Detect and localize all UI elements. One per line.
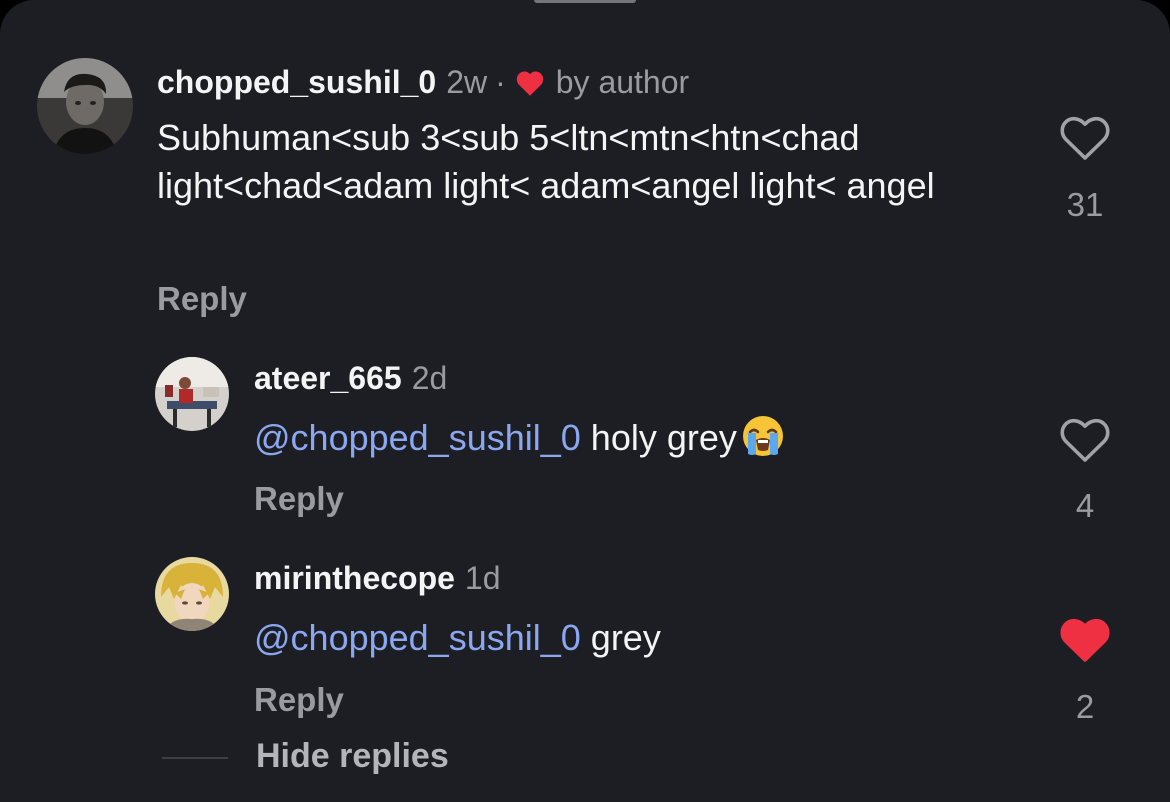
hide-replies-button[interactable]: Hide replies [256, 737, 449, 776]
reply-button[interactable]: Reply [254, 681, 344, 719]
comment-text: @chopped_sushil_0 holy grey [254, 414, 974, 462]
avatar[interactable] [155, 557, 229, 631]
heart-outline-icon [1060, 418, 1110, 462]
anime-character-avatar-icon [155, 557, 229, 631]
comment-meta: mirinthecope 1d [254, 558, 501, 598]
timestamp: 1d [464, 559, 501, 596]
hide-replies-divider [162, 757, 228, 759]
sheet-grabber[interactable] [534, 0, 636, 3]
reply-button[interactable]: Reply [157, 280, 247, 318]
comment-body: holy grey [590, 417, 737, 458]
comment-text: Subhuman<sub 3<sub 5<ltn<mtn<htn<chad li… [157, 117, 935, 206]
like-count: 2 [1075, 688, 1095, 725]
avatar[interactable] [37, 58, 133, 154]
like-count: 4 [1075, 487, 1095, 524]
comment-meta: chopped_sushil_0 2w · by author [157, 62, 689, 102]
comments-sheet: chopped_sushil_0 2w · by author Subhuman… [0, 0, 1170, 802]
reply-button[interactable]: Reply [254, 480, 344, 518]
like-button[interactable] [1059, 618, 1111, 664]
comment-meta: ateer_665 2d [254, 358, 447, 398]
heart-outline-icon [1060, 116, 1110, 160]
like-button[interactable] [1059, 116, 1111, 162]
username[interactable]: mirinthecope [254, 560, 455, 597]
comment-body: grey [590, 617, 661, 658]
username[interactable]: ateer_665 [254, 360, 402, 397]
liked-by-author-label: by author [555, 63, 690, 100]
like-count: 31 [1066, 186, 1104, 223]
user-photo-avatar-icon [37, 58, 133, 154]
timestamp: 2w [446, 63, 488, 100]
mention-link[interactable]: @chopped_sushil_0 [254, 417, 581, 458]
author-heart-icon [514, 68, 546, 96]
like-button[interactable] [1059, 418, 1111, 464]
mention-link[interactable]: @chopped_sushil_0 [254, 617, 581, 658]
separator-dot: · [495, 63, 506, 100]
timestamp: 2d [411, 359, 448, 396]
username[interactable]: chopped_sushil_0 [157, 64, 436, 101]
heart-filled-icon [1060, 618, 1110, 662]
avatar[interactable] [155, 357, 229, 431]
loudly-crying-face-emoji-icon [741, 414, 785, 458]
comment-text: @chopped_sushil_0 grey [254, 614, 974, 662]
gym-photo-avatar-icon [155, 357, 229, 431]
